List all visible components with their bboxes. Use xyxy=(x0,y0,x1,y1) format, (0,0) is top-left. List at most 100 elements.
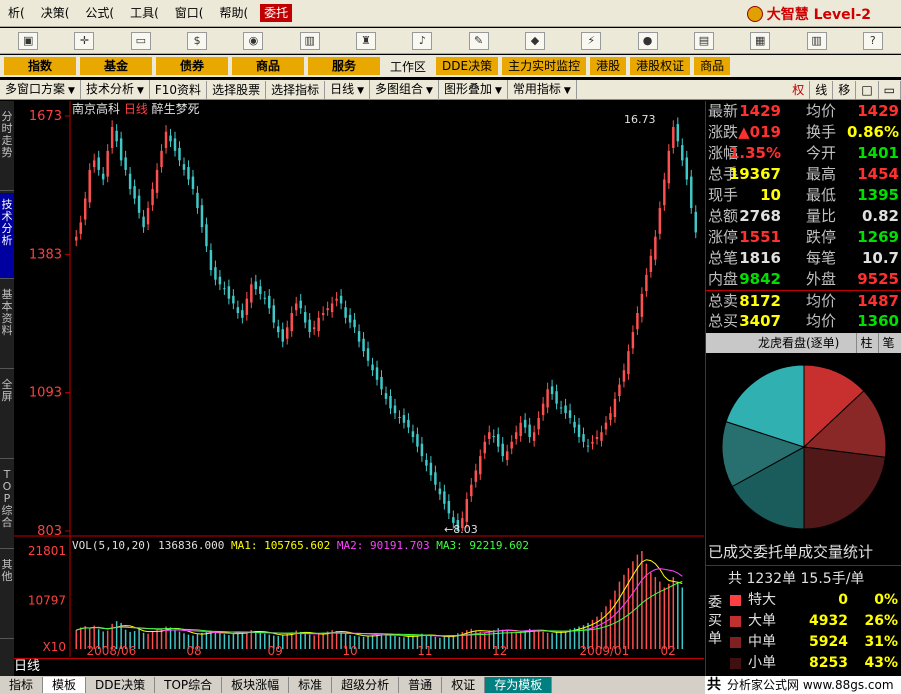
candle-body xyxy=(519,422,522,437)
candle-body xyxy=(218,276,222,285)
lhb-tick-button[interactable]: 笔 xyxy=(878,333,898,353)
bell-icon[interactable]: ♪ xyxy=(412,31,433,50)
category-index[interactable]: 指数 xyxy=(4,57,76,75)
func-multi-chart[interactable]: 多图组合 ▼ xyxy=(370,79,439,100)
category-service[interactable]: 服务 xyxy=(308,57,380,75)
dollar-icon[interactable]: $ xyxy=(187,31,208,50)
candle-body xyxy=(393,405,397,414)
tab-sector[interactable]: 板块涨幅 xyxy=(222,677,290,693)
tab-indicator[interactable]: 指标 xyxy=(0,677,44,693)
category-fund[interactable]: 基金 xyxy=(80,57,152,75)
candle-body xyxy=(546,389,549,408)
window-icon[interactable]: □ xyxy=(856,80,879,99)
menu-decision[interactable]: 决策( xyxy=(33,0,78,27)
quote-panel: 最新 1429 均价 1429 涨跌 ▲019 换手 0.86% 涨幅 1.35% 今开 1401 总手… xyxy=(705,101,901,676)
sidebar-tab-top[interactable]: TOP综合 xyxy=(0,463,14,549)
candle-body xyxy=(335,298,338,301)
func-common-indicators[interactable]: 常用指标 ▼ xyxy=(508,79,577,100)
tab-top[interactable]: TOP综合 xyxy=(155,677,223,693)
tab-warrant[interactable]: 权证 xyxy=(442,677,486,693)
vol-stats-label: 中单 xyxy=(748,634,776,650)
candle-body xyxy=(182,164,186,170)
func-move-button[interactable]: 移 xyxy=(833,80,857,99)
diamond-icon[interactable]: ◆ xyxy=(524,31,545,50)
menu-help[interactable]: 帮助( xyxy=(211,0,256,27)
link-hk-warrant[interactable]: 港股权证 xyxy=(630,57,691,75)
circle-icon[interactable]: ● xyxy=(637,31,658,50)
candle-body xyxy=(169,135,172,142)
candle-body xyxy=(645,274,648,292)
tab-super[interactable]: 超级分析 xyxy=(332,677,400,693)
category-bond[interactable]: 债券 xyxy=(156,57,228,75)
func-period[interactable]: 日线 ▼ xyxy=(325,79,371,100)
sidebar-tab-fullscreen[interactable]: 全屏 xyxy=(0,373,14,459)
func-f10[interactable]: F10资料 xyxy=(150,80,208,99)
tab-normal[interactable]: 普通 xyxy=(399,677,443,693)
sidebar-tab-technical[interactable]: 技术分析 xyxy=(0,193,14,279)
vol-tick-label: X10 xyxy=(43,640,67,654)
menu-formula[interactable]: 公式( xyxy=(77,0,122,27)
lightning-icon[interactable]: ⚡ xyxy=(581,31,602,50)
candle-body xyxy=(492,436,495,438)
monitor-icon[interactable]: ▣ xyxy=(18,31,39,50)
period-bar: 日线 xyxy=(14,658,704,675)
candle-body xyxy=(470,484,473,497)
candle-body xyxy=(505,451,509,460)
candle-body xyxy=(510,441,513,449)
help-icon[interactable]: ? xyxy=(862,31,883,50)
tab-dde[interactable]: DDE决策 xyxy=(86,677,156,693)
func-overlay[interactable]: 图形叠加 ▼ xyxy=(439,79,508,100)
candle-body xyxy=(330,303,334,313)
link-dde[interactable]: DDE决策 xyxy=(436,57,499,75)
func-tech-analysis[interactable]: 技术分析 ▼ xyxy=(81,79,150,100)
binoculars-icon[interactable]: ♜ xyxy=(356,31,377,50)
func-select-indicator[interactable]: 选择指标 xyxy=(266,80,326,99)
func-rights-button[interactable]: 权 xyxy=(787,80,811,99)
category-commodity[interactable]: 商品 xyxy=(232,57,304,75)
lhb-bar-button[interactable]: 柱 xyxy=(856,333,876,353)
candle-body xyxy=(604,422,608,430)
link-main-force[interactable]: 主力实时监控 xyxy=(502,57,587,75)
link-hk-stock[interactable]: 港股 xyxy=(590,57,627,75)
crosshair-icon[interactable]: ✛ xyxy=(74,31,95,50)
ruler-icon[interactable]: ▭ xyxy=(130,31,151,50)
link-commodity[interactable]: 商品 xyxy=(694,57,731,75)
price-chart[interactable]: 南京高科 日线 醉生梦死 1673 1383 1093 803 16.73 ←8.03 VOL… xyxy=(14,101,704,658)
books-icon[interactable]: ▥ xyxy=(806,31,827,50)
tab-save-template[interactable]: 存为模板 xyxy=(485,677,553,693)
tab-template[interactable]: 模板 xyxy=(43,677,87,693)
quote-value: 10.7 xyxy=(861,249,899,267)
period-label[interactable]: 日线 xyxy=(14,659,40,675)
bar-pattern-icon[interactable]: ▥ xyxy=(299,31,320,50)
legend-swatch xyxy=(730,658,741,669)
menu-trade[interactable]: 委托 xyxy=(260,4,293,22)
quote-label: 总笔 xyxy=(708,249,739,267)
menu-bar: 析( 决策( 公式( 工具( 窗口( 帮助( 委托 大智慧 Level-2 xyxy=(0,0,901,27)
sidebar-tab-intraday[interactable]: 分时走势 xyxy=(0,105,14,191)
candle-body xyxy=(92,160,96,168)
watermark-text: 分析家公式网 www.88gs.com xyxy=(727,678,894,692)
candle-body xyxy=(294,303,298,311)
menu-analysis[interactable]: 析( xyxy=(0,0,33,27)
chart-area[interactable]: 南京高科 日线 醉生梦死 1673 1383 1093 803 16.73 ←8.03 VOL… xyxy=(14,101,704,658)
func-line-button[interactable]: 线 xyxy=(810,80,834,99)
candle-body xyxy=(636,313,639,330)
traffic-light-icon[interactable]: ◉ xyxy=(243,31,264,50)
vol-header: VOL(5,10,20) 136836.000 MA1: 105765.602 … xyxy=(72,539,529,552)
tab-standard[interactable]: 标准 xyxy=(289,677,333,693)
menu-tools[interactable]: 工具( xyxy=(122,0,167,27)
sidebar-tab-other[interactable]: 其他 xyxy=(0,553,14,639)
func-multi-window[interactable]: 多窗口方案 ▼ xyxy=(0,79,81,100)
vol-header-part: MA2: 90191.703 xyxy=(337,539,436,552)
restore-icon[interactable]: ▭ xyxy=(879,80,901,99)
window-icon[interactable]: ▦ xyxy=(750,31,771,50)
chart-pen-icon[interactable]: ✎ xyxy=(468,31,489,50)
menu-window[interactable]: 窗口( xyxy=(167,0,212,27)
func-select-stock[interactable]: 选择股票 xyxy=(207,80,267,99)
printer-icon[interactable]: ▤ xyxy=(693,31,714,50)
candle-body xyxy=(631,332,635,349)
x-axis-label: 11 xyxy=(417,644,432,657)
quote-value: 2768 xyxy=(739,207,781,225)
sidebar-tab-fundamentals[interactable]: 基本资料 xyxy=(0,283,14,369)
quote-value: 0.82 xyxy=(861,207,899,225)
